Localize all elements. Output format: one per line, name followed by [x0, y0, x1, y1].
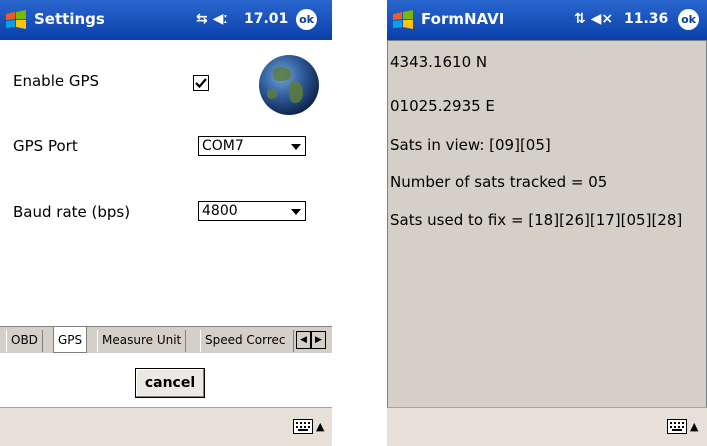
keyboard-icon[interactable] — [667, 419, 687, 434]
longitude-text: 01025.2935 E — [390, 97, 495, 115]
gps-output-panel[interactable]: 4343.1610 N 01025.2935 E Sats in view: [… — [387, 40, 707, 408]
keyboard-icon[interactable] — [293, 419, 313, 434]
tab-strip: OBD GPS Measure Unit Speed Correc ◀ ▶ — [0, 326, 332, 353]
ok-button[interactable]: ok — [678, 9, 699, 30]
tab-scroll-right-button[interactable]: ▶ — [311, 331, 326, 349]
baud-rate-value: 4800 — [202, 203, 238, 219]
sip-toggle-icon[interactable]: ▲ — [316, 420, 324, 433]
sats-tracked-text: Number of sats tracked = 05 — [390, 173, 608, 191]
clock[interactable]: 11.36 — [624, 11, 668, 27]
settings-screen: Settings ⇆ ◀ː 17.01 ok Enable GPS GPS Po… — [0, 0, 332, 446]
tab-speed-correction[interactable]: Speed Correc — [200, 330, 294, 352]
sats-used-text: Sats used to fix = [18][26][17][05][28] — [390, 211, 683, 229]
formnavi-screen: FormNAVI ⇅ ◀× 11.36 ok 4343.1610 N 01025… — [387, 0, 707, 446]
sip-toggle-icon[interactable]: ▲ — [690, 420, 698, 433]
gps-port-select[interactable]: COM7 — [198, 136, 306, 156]
tab-gps[interactable]: GPS — [53, 327, 88, 353]
enable-gps-label: Enable GPS — [13, 72, 100, 90]
soft-input-bar: ▲ — [387, 407, 707, 446]
ok-button[interactable]: ok — [296, 9, 317, 30]
window-title: FormNAVI — [421, 10, 505, 28]
chevron-down-icon — [291, 144, 301, 150]
baud-rate-select[interactable]: 4800 — [198, 201, 306, 221]
title-bar: Settings ⇆ ◀ː 17.01 ok — [0, 0, 332, 40]
title-bar: FormNAVI ⇅ ◀× 11.36 ok — [387, 0, 707, 40]
tab-measure-unit[interactable]: Measure Unit — [97, 330, 187, 352]
status-icons[interactable]: ⇆ ◀ː — [196, 11, 228, 27]
start-menu-icon[interactable] — [391, 8, 415, 32]
globe-icon — [259, 55, 319, 115]
tab-scroll-left-button[interactable]: ◀ — [296, 331, 311, 349]
chevron-down-icon — [291, 209, 301, 215]
enable-gps-checkbox[interactable] — [193, 75, 209, 91]
tab-obd[interactable]: OBD — [6, 330, 43, 352]
status-icons[interactable]: ⇅ ◀× — [574, 11, 613, 27]
clock[interactable]: 17.01 — [244, 11, 288, 27]
window-title: Settings — [34, 10, 105, 28]
gps-port-value: COM7 — [202, 138, 244, 154]
gps-port-label: GPS Port — [13, 137, 78, 155]
soft-input-bar: ▲ — [0, 407, 332, 446]
sats-in-view-text: Sats in view: [09][05] — [390, 136, 551, 154]
cancel-button[interactable]: cancel — [135, 368, 205, 398]
latitude-text: 4343.1610 N — [390, 53, 488, 71]
start-menu-icon[interactable] — [4, 8, 28, 32]
baud-rate-label: Baud rate (bps) — [13, 203, 131, 221]
check-icon — [195, 78, 207, 89]
